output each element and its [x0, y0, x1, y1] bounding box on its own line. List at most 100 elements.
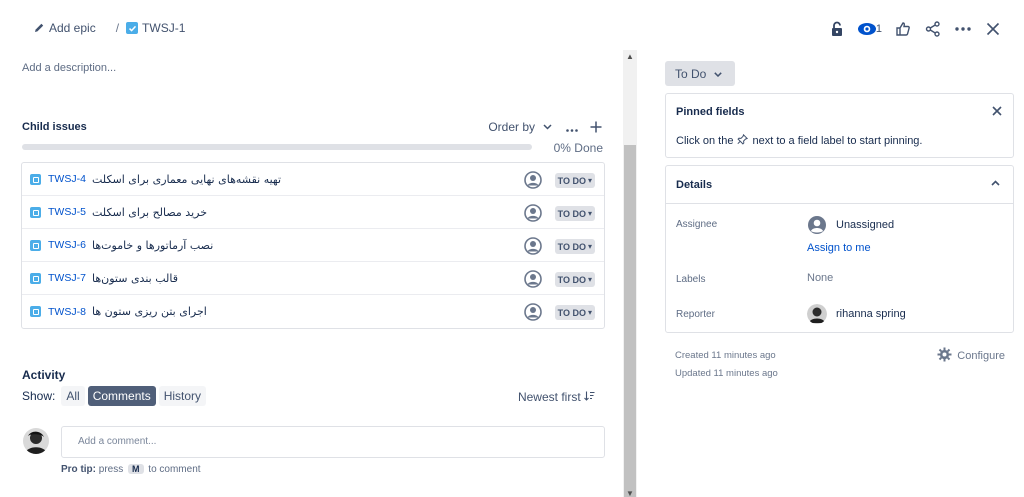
chevron-down-icon: ▾: [587, 308, 592, 317]
chevron-down-icon: [714, 69, 723, 79]
breadcrumb-separator: /: [115, 21, 120, 35]
child-issues-list: TWSJ-4 تهیه نقشه‌های نهایی معماری برای ا…: [21, 162, 605, 329]
thumbs-up-icon[interactable]: [888, 14, 918, 44]
status-lozenge[interactable]: TO DO ▾: [554, 272, 595, 287]
created-timestamp: Created 11 minutes ago: [675, 350, 776, 361]
pro-tip-label: Pro tip:: [61, 464, 96, 475]
scroll-up-icon[interactable]: ▲: [623, 50, 637, 64]
status-lozenge-label: TO DO: [557, 307, 586, 318]
activity-filter: Show: All Comments History: [22, 386, 209, 406]
watch-count: 1: [875, 23, 882, 35]
child-issue-key[interactable]: TWSJ-6: [48, 239, 92, 251]
details-header[interactable]: Details: [666, 166, 1013, 204]
issue-key-link[interactable]: TWSJ-1: [142, 21, 185, 35]
status-lozenge[interactable]: TO DO ▾: [554, 173, 595, 188]
avatar-icon: [807, 215, 827, 235]
details-title: Details: [676, 179, 713, 191]
status-lozenge-label: TO DO: [557, 274, 586, 285]
child-issue-summary[interactable]: قالب بندی ستون‌ها: [92, 272, 178, 285]
chevron-up-icon[interactable]: [991, 178, 1000, 188]
sort-icon: [584, 390, 595, 404]
pro-tip-rest: to comment: [148, 464, 201, 475]
tab-history[interactable]: History: [158, 386, 207, 406]
status-lozenge-label: TO DO: [557, 175, 586, 186]
sort-order-label: Newest first: [517, 390, 581, 404]
configure-button[interactable]: Configure: [937, 347, 1005, 365]
child-issue-row[interactable]: TWSJ-4 تهیه نقشه‌های نهایی معماری برای ا…: [22, 163, 604, 196]
avatar-icon[interactable]: [524, 237, 542, 255]
chevron-down-icon: ▾: [587, 275, 592, 284]
subtask-icon: [30, 173, 41, 185]
order-by-button[interactable]: Order by: [488, 120, 535, 134]
close-icon[interactable]: [978, 14, 1008, 44]
shortcut-key: M: [128, 464, 144, 474]
details-panel: Details Assignee Unassigned Assign to me…: [665, 165, 1014, 333]
avatar-icon[interactable]: [524, 204, 542, 222]
subtask-icon: [30, 239, 41, 251]
status-transition-button[interactable]: To Do: [665, 61, 736, 86]
issue-main-pane: Add a description... Child issues Order …: [0, 50, 620, 497]
pinned-fields-panel: Pinned fields Click on the next to a fie…: [665, 93, 1014, 158]
avatar: [807, 304, 827, 324]
assignee-value[interactable]: Unassigned: [807, 215, 894, 235]
assign-to-me-link[interactable]: Assign to me: [807, 242, 871, 254]
child-issue-row[interactable]: TWSJ-6 نصب آرماتورها و خاموت‌ها TO DO ▾: [22, 229, 604, 262]
child-issue-key[interactable]: TWSJ-7: [48, 272, 92, 284]
issue-actions: 1: [822, 14, 1008, 44]
updated-timestamp: Updated 11 minutes ago: [675, 368, 778, 379]
tab-comments[interactable]: Comments: [87, 386, 156, 406]
labels-label: Labels: [676, 274, 706, 285]
child-progress-bar: [22, 144, 532, 150]
scroll-down-icon[interactable]: ▼: [623, 487, 637, 497]
more-icon[interactable]: [948, 14, 978, 44]
status-lozenge[interactable]: TO DO ▾: [554, 305, 595, 320]
comment-input[interactable]: Add a comment...: [61, 426, 605, 458]
pinned-fields-hint: Click on the next to a field label to st…: [676, 133, 923, 148]
task-type-icon: [126, 22, 139, 34]
avatar-icon[interactable]: [524, 270, 542, 288]
activity-title: Activity: [22, 368, 66, 382]
close-icon[interactable]: [992, 103, 1002, 119]
pencil-icon[interactable]: [33, 22, 45, 34]
chevron-down-icon: ▾: [587, 176, 592, 185]
subtask-icon: [30, 206, 41, 218]
child-issue-key[interactable]: TWSJ-4: [48, 173, 92, 185]
child-issue-row[interactable]: TWSJ-5 خرید مصالح برای اسکلت TO DO ▾: [22, 196, 604, 229]
more-icon[interactable]: [566, 119, 578, 135]
add-epic-link[interactable]: Add epic: [49, 21, 96, 35]
subtask-icon: [30, 306, 41, 317]
child-issue-summary[interactable]: اجرای بتن ریزی ستون ها: [92, 305, 207, 318]
pinned-hint-after: next to a field label to start pinning.: [752, 135, 923, 147]
breadcrumb: Add epic / TWSJ-1: [33, 21, 185, 35]
reporter-value[interactable]: rihanna spring: [807, 304, 906, 324]
status-lozenge[interactable]: TO DO ▾: [554, 206, 595, 221]
avatar-icon[interactable]: [524, 303, 542, 321]
child-issue-summary[interactable]: تهیه نقشه‌های نهایی معماری برای اسکلت: [92, 173, 281, 186]
child-issue-row[interactable]: TWSJ-7 قالب بندی ستون‌ها TO DO ▾: [22, 262, 604, 295]
reporter-label: Reporter: [676, 309, 715, 320]
assignee-name: Unassigned: [836, 219, 895, 231]
chevron-down-icon[interactable]: [543, 122, 552, 133]
share-icon[interactable]: [918, 14, 948, 44]
child-issue-summary[interactable]: نصب آرماتورها و خاموت‌ها: [92, 239, 213, 252]
status-lozenge-label: TO DO: [557, 208, 586, 219]
show-label: Show:: [22, 389, 56, 403]
child-issues-title: Child issues: [22, 121, 87, 133]
progress-label: 0% Done: [553, 141, 603, 155]
description-field[interactable]: Add a description...: [22, 62, 116, 74]
main-scrollbar[interactable]: ▲ ▼: [623, 50, 637, 497]
scrollbar-thumb[interactable]: [624, 145, 636, 497]
child-issue-key[interactable]: TWSJ-5: [48, 206, 92, 218]
child-issue-key[interactable]: TWSJ-8: [48, 306, 92, 318]
status-lozenge[interactable]: TO DO ▾: [554, 239, 595, 254]
child-issue-summary[interactable]: خرید مصالح برای اسکلت: [92, 206, 207, 219]
sort-order-button[interactable]: Newest first: [518, 390, 595, 404]
plus-icon[interactable]: [590, 121, 602, 134]
avatar-icon[interactable]: [524, 171, 542, 189]
tab-all[interactable]: All: [61, 386, 85, 406]
pinned-fields-title: Pinned fields: [676, 106, 745, 118]
labels-value[interactable]: None: [807, 272, 833, 284]
child-issue-row[interactable]: TWSJ-8 اجرای بتن ریزی ستون ها TO DO ▾: [22, 295, 604, 328]
pro-tip-press: press: [98, 464, 124, 475]
lock-icon[interactable]: [822, 14, 852, 44]
